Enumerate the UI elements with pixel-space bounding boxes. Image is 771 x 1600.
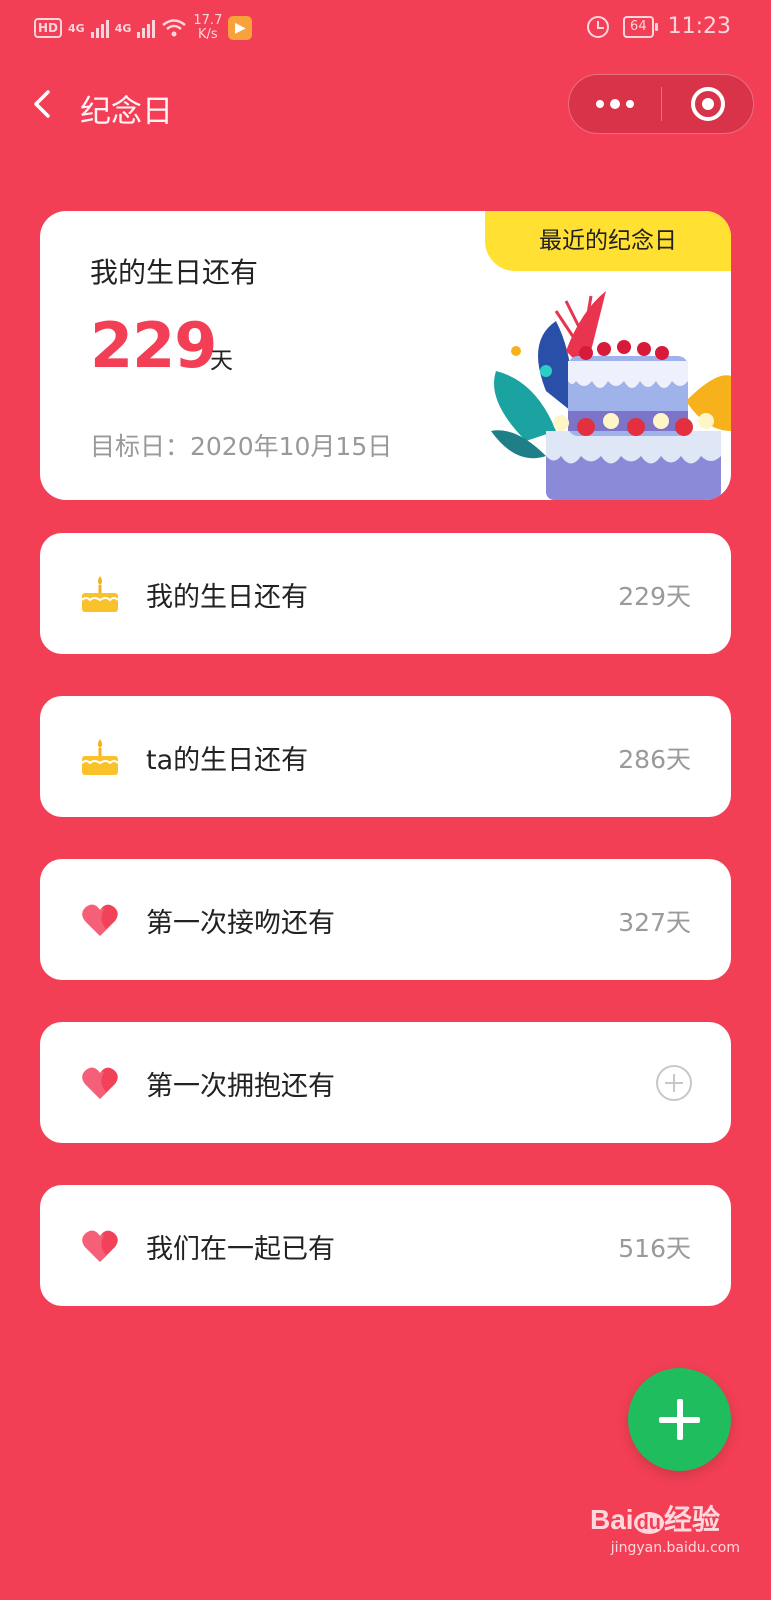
network-speed: 17.7 K/s xyxy=(193,14,222,42)
dot-icon xyxy=(596,100,604,108)
event-label: 我们在一起已有 xyxy=(146,1234,335,1265)
network-type-1: 4G xyxy=(68,21,85,35)
watermark-site: jingyan.baidu.com xyxy=(610,1540,740,1556)
clock: 11:23 xyxy=(667,14,731,39)
hero-label: 我的生日还有 xyxy=(90,256,259,289)
event-label: 第一次拥抱还有 xyxy=(146,1071,335,1102)
event-days: 286天 xyxy=(618,745,691,774)
status-right: 64 11:23 xyxy=(587,14,731,39)
list-item[interactable]: ta的生日还有 286天 xyxy=(40,696,731,817)
event-label: 第一次接吻还有 xyxy=(146,908,335,939)
speed-value: 17.7 xyxy=(193,13,223,28)
list-item[interactable]: 第一次拥抱还有 xyxy=(40,1022,731,1143)
birthday-cake-illustration xyxy=(491,291,731,500)
hd-badge: HD xyxy=(34,18,63,38)
nav-bar: 纪念日 xyxy=(0,70,771,140)
target-icon xyxy=(690,87,725,121)
status-left: HD 4G 4G 17.7 K/s ▶ xyxy=(34,14,253,42)
cake-icon xyxy=(81,739,119,775)
event-days: 516天 xyxy=(618,1234,691,1263)
page-title: 纪念日 xyxy=(80,94,173,130)
close-miniprogram-button[interactable] xyxy=(662,75,753,133)
list-item[interactable]: 我们在一起已有 516天 xyxy=(40,1185,731,1306)
event-label: ta的生日还有 xyxy=(146,745,309,776)
signal-icon xyxy=(137,18,156,38)
upcoming-anniversary-card[interactable]: 最近的纪念日 我的生日还有 229 天 目标日：2020年10月15日 xyxy=(40,211,731,500)
heart-icon xyxy=(82,1230,118,1262)
add-circle-icon[interactable] xyxy=(655,1064,693,1102)
list-item[interactable]: 第一次接吻还有 327天 xyxy=(40,859,731,980)
event-days: 327天 xyxy=(618,908,691,937)
watermark-logo: Bai du 经验 xyxy=(590,1498,740,1538)
wifi-icon xyxy=(162,19,187,37)
recent-anniversary-badge: 最近的纪念日 xyxy=(485,211,731,271)
heart-icon xyxy=(82,1067,118,1099)
cake-icon xyxy=(81,576,119,612)
heart-icon xyxy=(82,904,118,936)
target-date: 目标日：2020年10月15日 xyxy=(90,432,393,461)
event-label: 我的生日还有 xyxy=(146,582,308,613)
list-item[interactable]: 我的生日还有 229天 xyxy=(40,533,731,654)
days-count: 229 xyxy=(90,309,217,382)
speed-unit: K/s xyxy=(198,27,218,42)
miniprogram-capsule xyxy=(568,74,754,134)
video-app-icon: ▶ xyxy=(228,16,253,40)
more-options-button[interactable] xyxy=(569,75,661,133)
back-arrow-icon[interactable] xyxy=(24,84,64,124)
signal-icon xyxy=(90,18,109,38)
event-days: 229天 xyxy=(618,582,691,611)
add-anniversary-button[interactable] xyxy=(628,1368,731,1471)
battery-indicator: 64 xyxy=(623,15,658,38)
status-bar: HD 4G 4G 17.7 K/s ▶ 64 11:23 xyxy=(0,0,771,60)
logo-du: du xyxy=(633,1512,665,1534)
dot-icon xyxy=(626,100,634,108)
dot-icon xyxy=(610,99,620,109)
alarm-icon xyxy=(587,15,610,38)
baidu-jingyan-watermark: Bai du 经验 jingyan.baidu.com xyxy=(590,1498,740,1556)
network-type-2: 4G xyxy=(114,21,132,35)
logo-bai: Bai xyxy=(590,1504,634,1535)
days-unit: 天 xyxy=(210,348,233,374)
logo-jingyan: 经验 xyxy=(664,1504,721,1535)
